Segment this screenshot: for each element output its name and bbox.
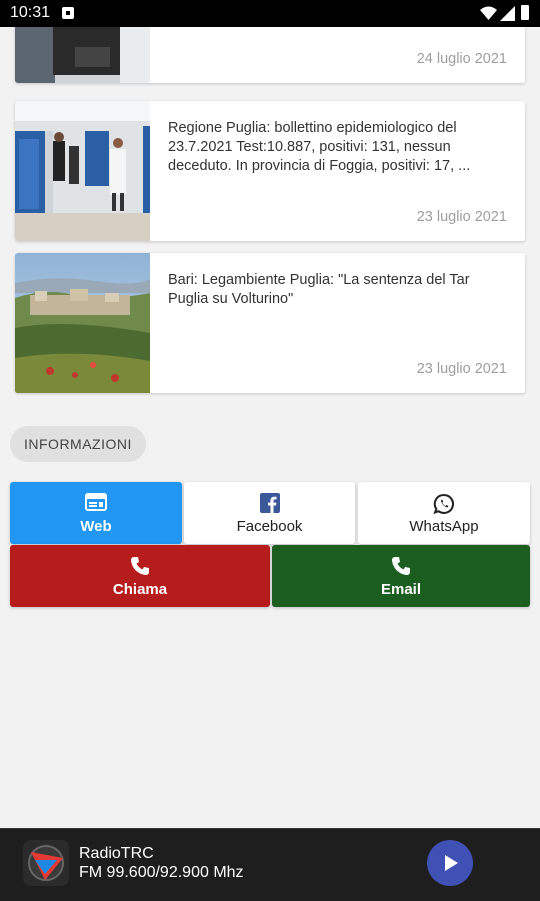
info-section-chip: INFORMAZIONI: [10, 426, 146, 462]
news-title: Bari: Legambiente Puglia: "La sentenza d…: [168, 272, 470, 307]
facebook-icon: [259, 493, 280, 513]
news-date: 23 luglio 2021: [416, 209, 507, 225]
whatsapp-icon: [433, 493, 454, 515]
call-label: Chiama: [112, 581, 168, 598]
content-scroll[interactable]: 24 luglio 2021 Regione Puglia: bollettin…: [0, 27, 540, 828]
web-label: Web: [80, 518, 112, 535]
news-card[interactable]: Bari: Legambiente Puglia: "La sentenza d…: [15, 253, 525, 393]
station-name: RadioTRC: [79, 845, 154, 862]
news-title: Regione Puglia: bollettino epidemiologic…: [168, 120, 471, 174]
news-thumbnail: [15, 253, 150, 393]
email-button[interactable]: Email: [272, 545, 530, 607]
news-thumbnail: [15, 101, 150, 241]
station-logo: [23, 840, 69, 886]
news-date: 24 luglio 2021: [416, 51, 507, 67]
radio-player-bar[interactable]: RadioTRC FM 99.600/92.900 Mhz: [0, 828, 540, 901]
signal-icon: [500, 6, 515, 21]
phone-icon: [392, 557, 410, 575]
notification-icon: [62, 7, 74, 19]
status-time: 10:31: [10, 4, 51, 21]
facebook-label: Facebook: [236, 518, 303, 535]
status-bar: 10:31: [0, 0, 540, 27]
news-thumbnail: [15, 27, 150, 83]
web-icon: [85, 493, 107, 511]
station-logo-graphic: [23, 840, 69, 886]
web-button[interactable]: Web: [10, 482, 182, 544]
whatsapp-label: WhatsApp: [409, 518, 479, 535]
whatsapp-button[interactable]: WhatsApp: [358, 482, 530, 544]
news-card[interactable]: 24 luglio 2021: [15, 27, 525, 83]
phone-icon: [131, 557, 149, 575]
email-label: Email: [380, 581, 422, 598]
station-frequency: FM 99.600/92.900 Mhz: [79, 864, 244, 881]
news-date: 23 luglio 2021: [416, 361, 507, 377]
wifi-icon: [480, 6, 497, 20]
news-card[interactable]: Regione Puglia: bollettino epidemiologic…: [15, 101, 525, 241]
play-button[interactable]: [427, 840, 473, 886]
facebook-button[interactable]: Facebook: [184, 482, 355, 544]
battery-icon: [521, 5, 529, 20]
call-button[interactable]: Chiama: [10, 545, 270, 607]
